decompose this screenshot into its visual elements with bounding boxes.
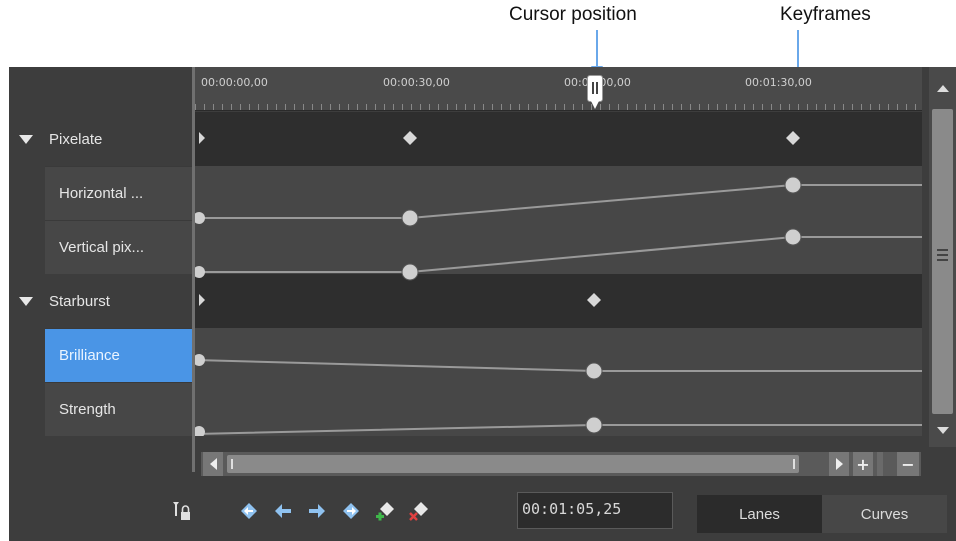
keyframe-dot[interactable]: [784, 228, 802, 246]
lane-vertical[interactable]: [195, 220, 922, 274]
track-vertical[interactable]: Vertical pix...: [45, 220, 192, 274]
lane-strength[interactable]: [195, 382, 922, 436]
time-ruler[interactable]: 00:00:00,00 00:00:30,00 00:01:00,00 00:0…: [195, 67, 922, 111]
scroll-up-icon[interactable]: [937, 85, 949, 92]
seek-forward-icon[interactable]: [306, 500, 328, 522]
track-strength[interactable]: Strength: [45, 382, 192, 436]
ruler-tick-label: 00:00:00,00: [201, 76, 268, 89]
keyframe-dot[interactable]: [401, 263, 419, 281]
track-label: Vertical pix...: [59, 239, 145, 256]
lanes-svg: [193, 112, 922, 438]
tab-lanes[interactable]: Lanes: [697, 495, 822, 533]
timecode-field[interactable]: 00:01:05,25: [517, 492, 673, 529]
scroll-down-icon[interactable]: [937, 427, 949, 434]
lane-starburst[interactable]: [195, 274, 922, 328]
track-starburst[interactable]: Starburst: [9, 274, 192, 328]
minus-icon: −: [901, 454, 915, 474]
lane-brilliance[interactable]: [195, 328, 922, 382]
track-pixelate[interactable]: Pixelate: [9, 112, 192, 166]
seek-backward-icon[interactable]: [272, 500, 294, 522]
vertical-scrollbar[interactable]: [929, 67, 956, 447]
keyframe-dot[interactable]: [585, 362, 603, 380]
track-names: Pixelate Horizontal ... Vertical pix... …: [9, 112, 192, 436]
scroll-right-icon: [835, 458, 843, 470]
zoom-in-button[interactable]: +: [853, 452, 873, 476]
view-mode-tabs: Lanes Curves: [697, 495, 947, 533]
keyframe-dot[interactable]: [401, 209, 419, 227]
zoom-separator: [877, 452, 883, 476]
add-keyframe-icon[interactable]: [374, 500, 396, 522]
vertical-scroll-thumb[interactable]: [932, 109, 953, 414]
lock-keyframes-icon[interactable]: [171, 500, 193, 522]
track-label: Strength: [59, 401, 116, 418]
track-label: Pixelate: [49, 130, 103, 148]
keyframe-dot[interactable]: [784, 176, 802, 194]
cursor-callout-arrow: [596, 30, 598, 70]
remove-keyframe-icon[interactable]: [408, 500, 430, 522]
track-horizontal[interactable]: Horizontal ...: [45, 166, 192, 220]
horizontal-scrollbar[interactable]: + −: [201, 452, 921, 476]
seek-previous-keyframe-icon[interactable]: [238, 500, 260, 522]
tab-curves[interactable]: Curves: [822, 495, 947, 533]
horizontal-scroll-thumb[interactable]: [227, 455, 799, 473]
cursor-position-callout: Cursor position: [509, 4, 637, 25]
plus-icon: +: [856, 454, 870, 474]
expand-triangle-icon[interactable]: [19, 134, 33, 144]
keyframe-dot[interactable]: [585, 416, 603, 434]
scroll-left-button[interactable]: [203, 452, 223, 476]
track-label: Starburst: [49, 292, 110, 310]
playhead-cursor[interactable]: [587, 75, 603, 109]
lane-horizontal[interactable]: [195, 166, 922, 220]
track-brilliance[interactable]: Brilliance: [45, 328, 192, 382]
ruler-tick-label: 00:00:30,00: [383, 76, 450, 89]
ruler-ticks: [195, 104, 922, 110]
zoom-out-button[interactable]: −: [897, 452, 919, 476]
expand-triangle-icon[interactable]: [19, 296, 33, 306]
scroll-left-icon: [209, 458, 217, 470]
lane-pixelate[interactable]: [195, 112, 922, 166]
scroll-right-button[interactable]: [829, 452, 849, 476]
track-label: Horizontal ...: [59, 185, 144, 202]
track-label: Brilliance: [59, 347, 120, 364]
keyframes-callout: Keyframes: [780, 4, 871, 25]
keyframe-lanes: [193, 112, 922, 438]
keyframes-panel: 00:00:00,00 00:00:30,00 00:01:00,00 00:0…: [9, 67, 956, 541]
seek-next-keyframe-icon[interactable]: [340, 500, 362, 522]
ruler-tick-label: 00:01:30,00: [745, 76, 812, 89]
